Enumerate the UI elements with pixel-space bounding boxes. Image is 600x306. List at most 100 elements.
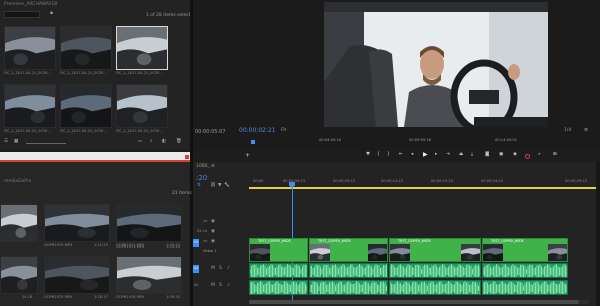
button-editor-icon[interactable]: ⊞ bbox=[553, 152, 557, 158]
more-icon[interactable]: » bbox=[538, 152, 541, 158]
project-item-thumbnail[interactable] bbox=[4, 26, 56, 70]
sync-lock-icon[interactable]: ▭ bbox=[203, 219, 207, 225]
go-to-in-icon[interactable]: ⇤ bbox=[399, 152, 403, 158]
media-item-thumbnail[interactable] bbox=[116, 256, 182, 294]
step-forward-icon[interactable]: ▸ bbox=[435, 152, 437, 158]
audio-clip[interactable] bbox=[249, 280, 308, 295]
record-icon[interactable] bbox=[525, 154, 530, 159]
new-item-icon[interactable]: ◧ bbox=[162, 139, 166, 145]
work-area-bar[interactable] bbox=[249, 187, 600, 189]
video-clip[interactable]: TEST_GOPR0_WIDE bbox=[309, 238, 388, 262]
program-ruler-1: 00:04:59:16 bbox=[319, 138, 341, 142]
video-clip[interactable]: TEST_GOPR0_WIDE bbox=[482, 238, 568, 262]
media-item-label: GOPR1975.MP4 bbox=[44, 295, 73, 299]
solo-button[interactable]: S bbox=[219, 283, 222, 289]
media-item-thumbnail[interactable] bbox=[0, 256, 38, 294]
mark-out-icon[interactable]: } bbox=[387, 152, 390, 158]
track-label-a1: A1 bbox=[194, 266, 199, 270]
eye-icon[interactable]: ◉ bbox=[211, 239, 215, 245]
project-item-thumbnail[interactable] bbox=[116, 84, 168, 128]
audio-clip[interactable] bbox=[309, 280, 388, 295]
lift-icon[interactable]: ⏏ bbox=[459, 152, 463, 158]
eye-icon[interactable]: ◉ bbox=[211, 219, 215, 225]
audio-clip[interactable] bbox=[389, 280, 481, 295]
media-item-thumbnail[interactable] bbox=[116, 204, 182, 242]
sync-lock-icon[interactable]: ▭ bbox=[203, 229, 207, 235]
items-selected-count: 1 of 28 items selected bbox=[146, 13, 197, 18]
new-bin-icon[interactable]: ▪ bbox=[50, 11, 53, 17]
playhead-marker-icon[interactable] bbox=[251, 140, 255, 144]
marker-icon[interactable]: ♥ bbox=[366, 152, 370, 158]
microphone-icon[interactable]: ♪ bbox=[227, 266, 230, 272]
fit-dropdown[interactable]: Fit bbox=[281, 128, 286, 134]
audio-clip[interactable] bbox=[249, 263, 308, 278]
trash-icon[interactable]: 🗑 bbox=[176, 139, 182, 145]
media-item-label: GOPR1973.MP4 bbox=[116, 245, 145, 249]
sync-lock-icon[interactable]: ▭ bbox=[203, 239, 207, 245]
search-icon[interactable]: ⌕ bbox=[150, 139, 153, 145]
camera-icon[interactable]: ◙ bbox=[485, 152, 489, 158]
timeline-scrollbar[interactable] bbox=[249, 300, 589, 304]
search-input[interactable] bbox=[4, 11, 40, 18]
audio-clip[interactable] bbox=[482, 280, 568, 295]
project-name: Premiere_ARCHAWAY18 bbox=[4, 2, 58, 7]
add-marker-icon[interactable]: ▼ bbox=[218, 183, 221, 189]
program-ruler-3: 00:14:59:02 bbox=[495, 138, 517, 142]
clip-label: TEST_GOPR0_WIDE bbox=[318, 239, 351, 243]
icon-view-icon[interactable]: ▦ bbox=[14, 139, 18, 145]
extract-icon[interactable]: ⤓ bbox=[471, 152, 473, 158]
project-item-thumbnail[interactable] bbox=[116, 26, 168, 70]
go-to-out-icon[interactable]: ⇥ bbox=[446, 152, 450, 158]
linked-selection-icon[interactable]: ⛓ bbox=[210, 183, 216, 189]
mark-in-icon[interactable]: { bbox=[377, 152, 380, 158]
vr-icon[interactable]: ◉ bbox=[513, 152, 517, 158]
project-item-thumbnail[interactable] bbox=[4, 84, 56, 128]
video-clip[interactable]: TEST_GOPR0_WIDE bbox=[389, 238, 481, 262]
audio-clip[interactable] bbox=[389, 263, 481, 278]
v2-row: ▭ V2 ◉ bbox=[193, 228, 249, 237]
add-icon[interactable]: + bbox=[245, 153, 250, 159]
snap-icon[interactable]: ⇅ bbox=[197, 183, 201, 189]
play-icon[interactable]: ▶ bbox=[423, 152, 428, 158]
program-timecode[interactable]: 00:00:02:21 bbox=[239, 128, 276, 134]
audio-clip[interactable] bbox=[482, 263, 568, 278]
source-timecode: 00:00:05:07 bbox=[195, 129, 226, 135]
audio-clip[interactable] bbox=[309, 263, 388, 278]
media-item-thumbnail[interactable] bbox=[44, 256, 110, 294]
clip-label: TEST_GOPR0_WIDE bbox=[398, 239, 431, 243]
track-area[interactable]: TEST_GOPR0_WIDE TEST_GOPR0_WIDE TEST_GOP… bbox=[249, 218, 600, 300]
bin-icon[interactable]: ▭ bbox=[138, 139, 142, 145]
step-back-icon[interactable]: ◂ bbox=[411, 152, 413, 158]
wrench-icon[interactable]: ⚙ bbox=[584, 128, 588, 134]
clip-thumbnail bbox=[368, 244, 387, 261]
sequence-tab[interactable]: 1080_ bbox=[196, 164, 210, 170]
video-clip[interactable]: TEST_GOPR0_WIDE bbox=[249, 238, 308, 262]
transport-bar: + ♥ { } ⇤ ◂ ▶ ▸ ⇥ ⏏ ⤓ ◙ ▣ ◉ » ⊞ bbox=[193, 150, 600, 162]
eye-icon[interactable]: ◉ bbox=[211, 229, 215, 235]
media-item-duration: 1:18:17 bbox=[94, 295, 108, 299]
project-item-thumbnail[interactable] bbox=[60, 26, 112, 70]
mute-button[interactable]: M bbox=[211, 283, 215, 289]
timeline-timecode[interactable]: :20 bbox=[196, 175, 207, 182]
program-monitor: 00:00:02:21 Fit 00:04:59:16 00:09:59:16 … bbox=[233, 0, 600, 150]
microphone-icon[interactable]: ♪ bbox=[227, 283, 230, 289]
media-item-thumbnail[interactable] bbox=[44, 204, 110, 242]
project-item-label: FIC_1_2017-04-21_0720... bbox=[60, 71, 107, 75]
zoom-slider[interactable] bbox=[26, 143, 66, 144]
track-label-v1: V1 bbox=[194, 240, 199, 244]
resolution-page[interactable]: 1/4 bbox=[564, 128, 571, 134]
timeline-ruler[interactable]: 00:00 00:00:04:23 00:00:09:23 00:00:14:2… bbox=[249, 176, 600, 190]
scrollbar-thumb[interactable] bbox=[249, 300, 579, 304]
media-item-thumbnail[interactable] bbox=[0, 204, 38, 242]
sequence-menu-icon[interactable]: ≡ bbox=[211, 164, 215, 170]
mute-button[interactable]: M bbox=[211, 266, 215, 272]
close-icon[interactable] bbox=[185, 155, 189, 159]
list-view-icon[interactable]: ☰ bbox=[4, 139, 8, 145]
media-browser-header bbox=[0, 152, 190, 162]
timeline-settings-icon[interactable]: 🔧 bbox=[224, 183, 230, 189]
comparison-icon[interactable]: ▣ bbox=[499, 152, 503, 158]
clip-thumbnail bbox=[461, 244, 480, 261]
media-items-count: 21 Items bbox=[172, 191, 192, 196]
solo-button[interactable]: S bbox=[219, 266, 222, 272]
project-item-thumbnail[interactable] bbox=[60, 84, 112, 128]
